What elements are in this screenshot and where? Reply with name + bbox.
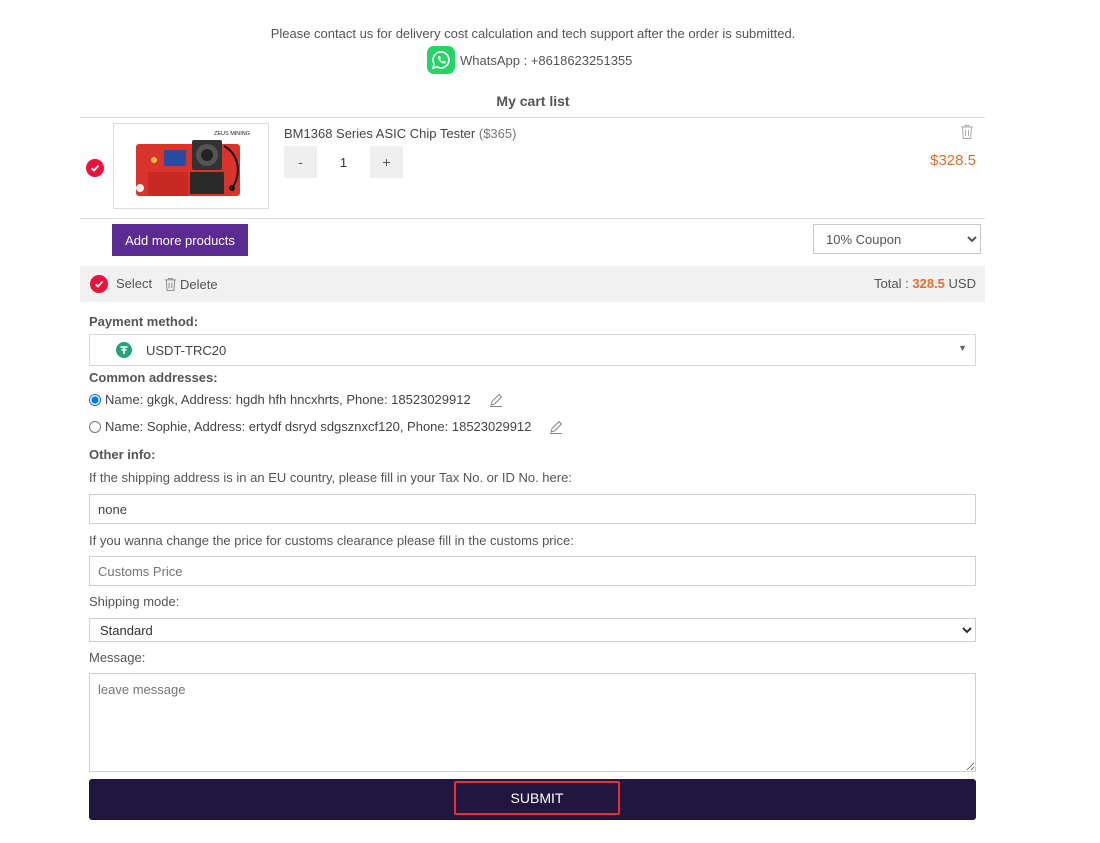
tether-icon <box>116 342 132 358</box>
cart-title: My cart list <box>496 93 570 109</box>
total-label: Total : <box>874 276 909 291</box>
quantity-decrease-button[interactable]: - <box>284 146 317 178</box>
quantity-stepper[interactable]: - + <box>284 146 403 178</box>
tax-id-input[interactable] <box>89 494 976 524</box>
bulk-delete-icon-wrap[interactable] <box>164 277 177 295</box>
product-unit-price: ($365) <box>478 126 517 141</box>
product-name: BM1368 Series ASIC Chip Tester <box>284 126 476 141</box>
product-image[interactable]: ZEUS MINING <box>113 123 269 209</box>
whatsapp-icon <box>427 46 455 74</box>
coupon-select[interactable]: 10% Coupon <box>813 224 981 254</box>
whatsapp-contact[interactable]: WhatsApp : +8618623251355 <box>427 46 632 74</box>
check-icon <box>94 280 104 288</box>
customs-prompt: If you wanna change the price for custom… <box>89 533 574 548</box>
delete-selected-button[interactable]: Delete <box>180 277 218 292</box>
remove-item-button[interactable] <box>960 124 974 143</box>
submit-button[interactable]: SUBMIT <box>454 781 620 815</box>
message-textarea[interactable] <box>89 673 976 772</box>
select-all-label[interactable]: Select <box>116 276 152 291</box>
item-line-price: $328.5 <box>930 152 976 169</box>
address-text-2: Name: Sophie, Address: ertydf dsryd sdgs… <box>105 419 532 434</box>
delivery-notice: Please contact us for delivery cost calc… <box>270 26 796 41</box>
message-label: Message: <box>89 650 146 665</box>
address-option-1[interactable]: Name: gkgk, Address: hgdh hfh hncxhrts, … <box>89 392 503 407</box>
select-all-check[interactable] <box>90 275 108 293</box>
payment-method-select[interactable]: USDT-TRC20 <box>89 334 976 366</box>
tax-prompt: If the shipping address is in an EU coun… <box>89 470 572 485</box>
quantity-input[interactable] <box>317 146 370 178</box>
payment-method-label: Payment method: <box>89 314 199 329</box>
cart-top-divider <box>80 117 985 118</box>
total-value: 328.5 <box>912 276 945 291</box>
edit-address-icon[interactable] <box>549 420 563 434</box>
address-radio-1[interactable] <box>89 393 101 406</box>
shipping-mode-select[interactable]: Standard <box>89 618 976 642</box>
check-icon <box>90 164 100 172</box>
payment-method-value: USDT-TRC20 <box>146 342 227 358</box>
address-option-2[interactable]: Name: Sophie, Address: ertydf dsryd sdgs… <box>89 419 563 434</box>
chip-tester-image: ZEUS MINING <box>114 124 268 208</box>
trash-icon <box>961 125 973 139</box>
total-currency: USD <box>948 276 976 291</box>
edit-address-icon[interactable] <box>489 393 503 407</box>
brand-watermark: ZEUS MINING <box>214 131 250 137</box>
quantity-increase-button[interactable]: + <box>370 146 403 178</box>
caret-down-icon: ▼ <box>958 343 967 353</box>
whatsapp-number: WhatsApp : +8618623251355 <box>460 52 633 68</box>
shipping-mode-label: Shipping mode: <box>89 594 180 609</box>
address-text-1: Name: gkgk, Address: hgdh hfh hncxhrts, … <box>105 392 471 407</box>
add-more-products-button[interactable]: Add more products <box>112 224 248 256</box>
customs-price-input[interactable] <box>89 556 976 586</box>
common-addresses-label: Common addresses: <box>89 370 218 385</box>
other-info-label: Other info: <box>89 447 156 462</box>
item-select-check[interactable] <box>86 159 104 177</box>
product-title[interactable]: BM1368 Series ASIC Chip Tester ($365) <box>284 126 516 141</box>
trash-icon <box>164 278 177 291</box>
address-radio-2[interactable] <box>89 420 101 433</box>
cart-item-divider <box>80 218 985 219</box>
cart-total: Total : 328.5 USD <box>874 276 976 291</box>
